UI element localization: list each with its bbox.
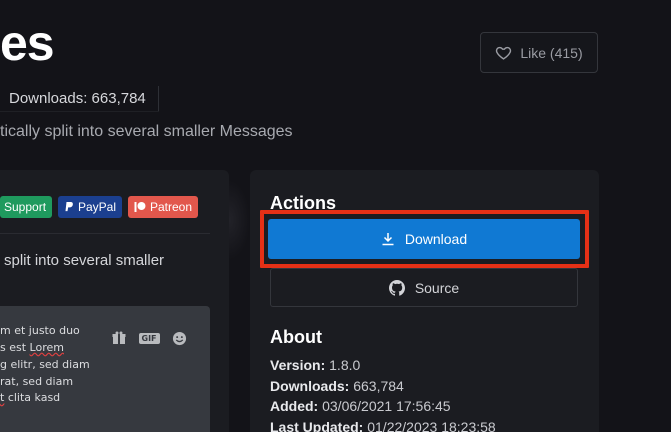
about-updated: Last Updated: 01/22/2023 18:23:58 [270,418,496,432]
paypal-badge[interactable]: PayPal [58,196,122,218]
download-highlight [260,210,589,268]
patreon-icon [134,202,146,212]
heart-icon [496,46,512,60]
preview-line: rat, sed diam [0,375,74,388]
preview-toolbar: GIF [110,330,188,346]
like-button[interactable]: Like (415) [480,32,598,73]
gift-icon [110,330,128,346]
card-description: split into several smaller [4,252,165,269]
paypal-icon [65,202,73,212]
donation-badges: Support PayPal Patreon [0,196,198,218]
card-divider [0,233,210,234]
about-list: Version: 1.8.0 Downloads: 663,784 Added:… [270,357,496,432]
paypal-label: PayPal [77,200,116,214]
support-label: Support [4,200,47,214]
gif-icon: GIF [138,330,160,346]
plugin-subtitle: tically split into several smaller Messa… [0,123,293,140]
preview-line: t clita kasd [0,391,61,404]
patreon-badge[interactable]: Patreon [128,196,198,218]
emoji-icon [170,330,188,346]
background-glow [229,180,250,260]
about-added: Added: 03/06/2021 17:56:45 [270,398,451,414]
about-version: Version: 1.8.0 [270,357,361,373]
downloads-stat: Downloads: 663,784 [9,90,146,107]
support-badge[interactable]: Support [0,196,52,218]
preview-line: m et justo duo [0,324,80,337]
like-label: Like (415) [520,44,583,61]
plugin-title: es [0,15,55,71]
stat-divider-bottom [0,111,159,112]
github-icon [388,279,405,296]
preview-line: g elitr, sed diam [0,358,90,371]
source-button[interactable]: Source [270,268,578,307]
preview-line: s est Lorem [0,341,64,354]
stat-divider [158,86,159,111]
patreon-label: Patreon [149,200,192,214]
about-heading: About [270,327,322,347]
about-downloads: Downloads: 663,784 [270,377,404,394]
source-label: Source [414,279,460,296]
